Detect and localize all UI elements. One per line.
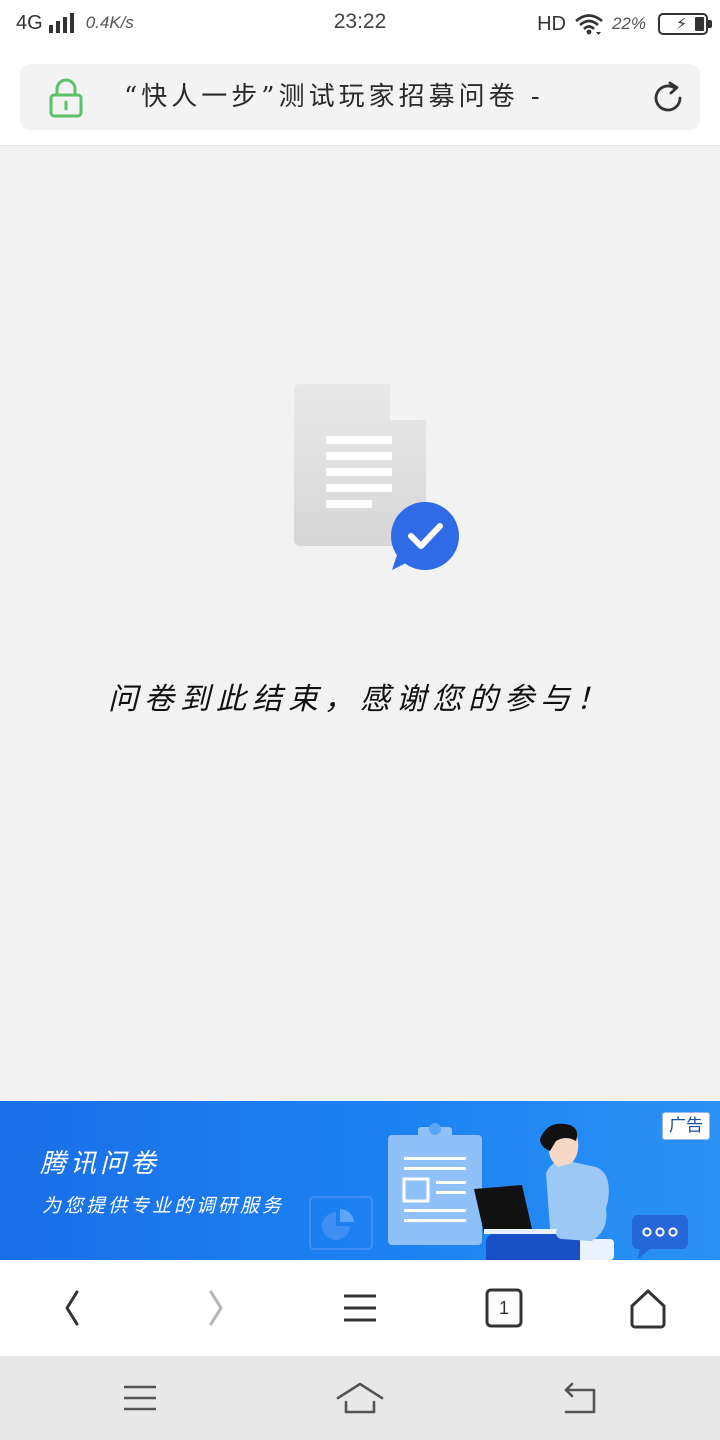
battery-icon: ⚡ xyxy=(658,13,712,35)
wifi-icon xyxy=(575,14,603,35)
page-title[interactable]: “快人一步”测试玩家招募问卷 - xyxy=(124,64,604,130)
status-right: HD 22% ⚡ xyxy=(537,10,712,38)
completion-message: 问卷到此结束，感谢您的参与！ xyxy=(108,682,612,717)
reload-icon[interactable] xyxy=(650,80,686,116)
tabs-button[interactable]: 1 xyxy=(482,1286,526,1330)
address-bar[interactable]: “快人一步”测试玩家招募问卷 - xyxy=(20,64,700,130)
tab-count: 1 xyxy=(498,1298,509,1318)
ad-badge: 广告 xyxy=(662,1112,710,1140)
browser-toolbar: 1 xyxy=(0,1260,720,1356)
charging-icon: ⚡ xyxy=(676,14,688,33)
survey-complete-icon xyxy=(294,384,459,570)
lock-icon[interactable] xyxy=(48,78,84,118)
recent-apps-icon[interactable] xyxy=(120,1378,160,1418)
status-bar: 4G 0.4K/s 23:22 HD 22% ⚡ xyxy=(0,0,720,46)
back-icon[interactable] xyxy=(50,1286,94,1330)
hd-indicator: HD xyxy=(537,12,566,35)
home-icon[interactable] xyxy=(336,1378,384,1418)
battery-percent: 22% xyxy=(611,14,646,33)
system-navigation-bar xyxy=(0,1356,720,1440)
ad-slogan: 为您提供专业的调研服务 xyxy=(42,1195,285,1217)
menu-icon[interactable] xyxy=(338,1286,382,1330)
back-icon[interactable] xyxy=(558,1378,598,1418)
browser-address-area: “快人一步”测试玩家招募问卷 - xyxy=(0,46,720,146)
forward-icon[interactable] xyxy=(194,1286,238,1330)
main-content: 问卷到此结束，感谢您的参与！ xyxy=(0,146,720,1101)
home-icon[interactable] xyxy=(626,1286,670,1330)
ad-banner[interactable]: 腾讯问卷 为您提供专业的调研服务 广告 xyxy=(0,1101,720,1260)
ad-brand: 腾讯问卷 xyxy=(40,1149,161,1179)
battery-fill xyxy=(695,17,704,31)
ad-illustration xyxy=(309,1123,688,1260)
